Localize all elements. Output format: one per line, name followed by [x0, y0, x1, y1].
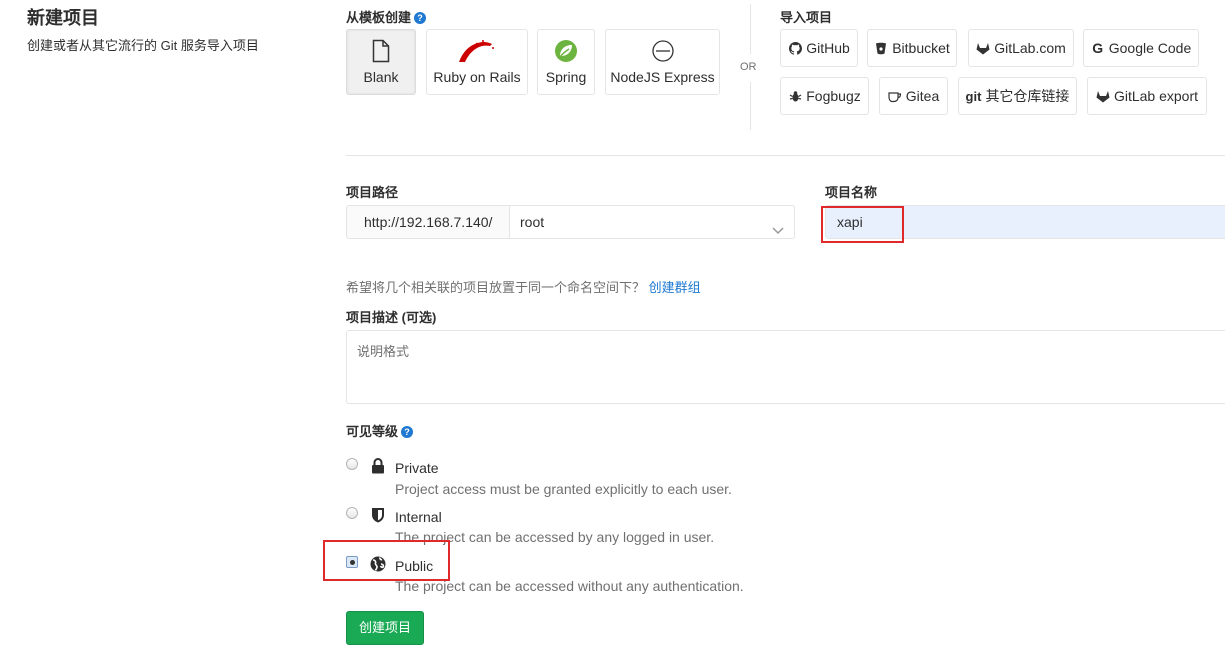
highlight-box	[821, 206, 904, 243]
divider	[750, 82, 751, 130]
chevron-down-icon	[772, 215, 784, 247]
template-nodejs-express[interactable]: NodeJS Express	[605, 29, 720, 95]
visibility-title: Internal	[395, 509, 442, 525]
express-icon	[606, 38, 719, 64]
import-gitea-button[interactable]: Gitea	[879, 77, 948, 115]
import-bitbucket-button[interactable]: Bitbucket	[867, 29, 957, 67]
import-label-text: Gitea	[905, 88, 940, 104]
import-label-text: Bitbucket	[892, 40, 950, 56]
create-group-link[interactable]: 创建群组	[649, 280, 701, 295]
visibility-label: 可见等级	[346, 424, 399, 439]
visibility-heading: 可见等级?	[346, 421, 414, 440]
import-label-text: 其它仓库链接	[985, 88, 1070, 104]
import-fogbugz-button[interactable]: Fogbugz	[780, 77, 869, 115]
import-label-text: GitHub	[806, 40, 850, 56]
import-label-text: GitLab.com	[994, 40, 1066, 56]
namespace-hint: 希望将几个相关联的项目放置于同一个命名空间下？ 创建群组	[346, 277, 701, 296]
path-prefix: http://192.168.7.140/	[346, 205, 510, 239]
help-icon[interactable]: ?	[414, 12, 427, 24]
github-icon	[788, 41, 802, 55]
or-label: OR	[740, 61, 757, 73]
template-label: NodeJS Express	[610, 69, 715, 85]
description-textarea[interactable]: 说明格式	[346, 330, 1225, 404]
shield-icon	[370, 507, 386, 523]
spring-leaf-icon	[538, 38, 594, 64]
templates-label: 从模板创建	[346, 10, 412, 25]
template-label: Blank	[363, 69, 399, 85]
import-label: 导入项目	[780, 10, 833, 25]
template-spring[interactable]: Spring	[537, 29, 595, 95]
lock-icon	[370, 458, 386, 474]
project-path-label: 项目路径	[346, 185, 399, 200]
radio-private[interactable]	[346, 458, 358, 470]
create-project-button[interactable]: 创建项目	[346, 611, 424, 645]
help-icon[interactable]: ?	[401, 426, 414, 438]
section-divider	[346, 155, 1225, 156]
templates-heading: 从模板创建?	[346, 7, 427, 26]
import-label-text: GitLab export	[1113, 88, 1199, 104]
page-title: 新建项目	[27, 8, 99, 28]
radio-internal[interactable]	[346, 507, 358, 519]
import-repo-url-button[interactable]: git 其它仓库链接	[958, 77, 1077, 115]
hint-text: 希望将几个相关联的项目放置于同一个命名空间下？	[346, 280, 646, 295]
namespace-select[interactable]: root	[509, 205, 795, 239]
template-label: Spring	[545, 69, 587, 85]
description-label: 项目描述 (可选)	[346, 310, 437, 325]
import-github-button[interactable]: GitHub	[780, 29, 858, 67]
gitlab-icon	[976, 41, 990, 55]
rails-icon	[427, 38, 527, 64]
bug-icon	[788, 89, 802, 103]
template-blank[interactable]: Blank	[346, 29, 416, 95]
import-label-text: Fogbugz	[806, 88, 861, 104]
visibility-description: Project access must be granted explicitl…	[395, 481, 732, 497]
namespace-value: root	[520, 214, 545, 230]
highlight-box	[323, 540, 450, 581]
template-ruby-on-rails[interactable]: Ruby on Rails	[426, 29, 528, 95]
import-google-code-button[interactable]: G Google Code	[1083, 29, 1199, 67]
project-name-label: 项目名称	[825, 185, 878, 200]
bitbucket-icon	[874, 41, 888, 55]
google-icon: G	[1092, 40, 1104, 56]
gitlab-icon	[1096, 89, 1110, 103]
import-label-text: Google Code	[1108, 40, 1192, 56]
visibility-title: Private	[395, 460, 439, 476]
divider	[750, 4, 751, 54]
template-label: Ruby on Rails	[433, 69, 521, 85]
git-icon: git	[965, 88, 982, 104]
import-gitlab-com-button[interactable]: GitLab.com	[968, 29, 1074, 67]
page-subtitle: 创建或者从其它流行的 Git 服务导入项目	[27, 38, 259, 53]
import-gitlab-export-button[interactable]: GitLab export	[1087, 77, 1207, 115]
gitea-icon	[888, 89, 902, 103]
blank-file-icon	[347, 38, 415, 64]
